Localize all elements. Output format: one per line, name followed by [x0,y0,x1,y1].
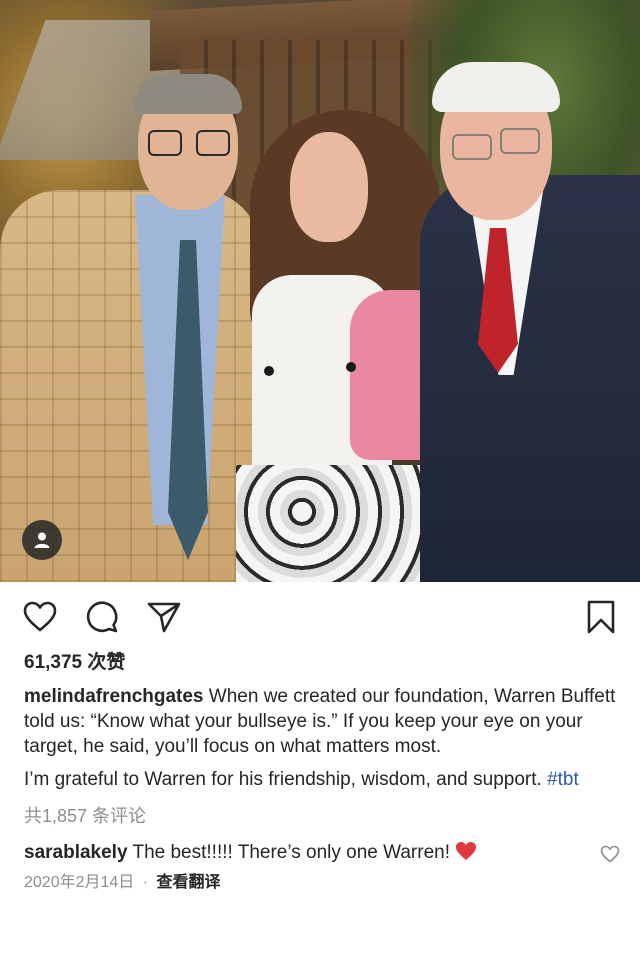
see-translation-link[interactable]: 查看翻译 [157,874,221,891]
person-right-hair [432,62,560,112]
glasses-left-lens [148,130,182,156]
share-button[interactable] [146,599,182,635]
tagged-people-button[interactable] [22,520,62,560]
comment-text: The best!!!!! There’s only one Warren! [132,842,450,863]
glasses-right-lens [196,130,230,156]
post-date: 2020年2月14日 [24,874,135,891]
hashtag-link[interactable]: #tbt [547,769,579,790]
top-button-right [346,362,356,372]
caption-text-2: I’m grateful to Warren for his friendshi… [24,769,542,790]
likes-count[interactable]: 61,375 次赞 [0,648,640,678]
glasses3-left-lens [452,134,492,160]
save-button[interactable] [583,599,619,635]
heart-outline-icon [23,601,57,632]
comment-button[interactable] [84,599,120,635]
like-button[interactable] [22,599,58,635]
comment-item: sarablakely The best!!!!! There’s only o… [0,838,640,868]
paper-plane-icon [147,602,181,633]
bookmark-icon [587,600,615,634]
top-button-left [264,366,274,376]
person-middle-head [290,132,368,242]
person-left-hair [134,74,242,114]
post-action-bar [0,582,640,650]
person-tag-icon [34,532,50,548]
small-heart-icon[interactable] [600,844,620,864]
glasses3-right-lens [500,128,540,154]
red-heart-emoji [456,842,477,860]
post-meta: 2020年2月14日 · 查看翻译 [0,870,640,896]
view-all-comments-link[interactable]: 共1,857 条评论 [0,802,640,830]
post-photo[interactable] [0,0,640,582]
comment-username[interactable]: sarablakely [24,842,128,863]
caption-username[interactable]: melindafrenchgates [24,686,204,707]
comment-bubble-icon [86,601,118,633]
meta-separator: · [142,874,149,891]
post-caption: melindafrenchgates When we created our f… [0,684,640,792]
